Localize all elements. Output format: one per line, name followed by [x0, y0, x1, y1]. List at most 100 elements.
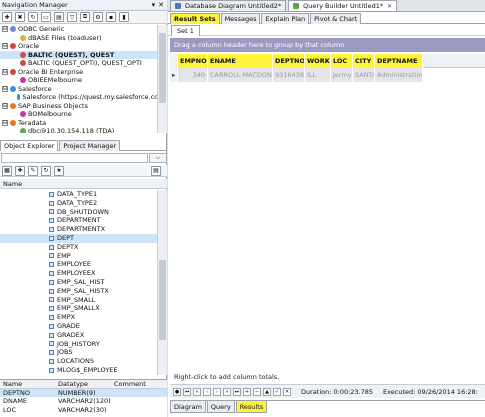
prev-page-icon[interactable]: «: [193, 387, 201, 396]
table-row[interactable]: LOC VARCHAR2(30): [0, 406, 167, 415]
table-row[interactable]: DEPTNO NUMBER(9): [0, 388, 167, 397]
cell-deptno[interactable]: 9316438: [273, 68, 305, 82]
col-header-ename[interactable]: ENAME: [208, 53, 273, 68]
tab-object-explorer[interactable]: Object Explorer: [0, 140, 59, 151]
tree-node[interactable]: ⊟ Oracle BI Enterprise: [0, 68, 167, 77]
refresh-icon[interactable]: ↻: [28, 12, 38, 22]
list-item[interactable]: EMP: [0, 252, 157, 261]
cell-deptname[interactable]: Administration: [375, 68, 423, 82]
table-row[interactable]: ▸ 340 CARROLL MACDONALD 9316438 ILL Jerm…: [170, 68, 485, 82]
cell-ename[interactable]: CARROLL MACDONALD: [208, 68, 273, 82]
list-item[interactable]: EMPX: [0, 313, 157, 322]
copy-icon[interactable]: ⧉: [80, 12, 90, 22]
list-item[interactable]: DEPARTMENT: [0, 216, 157, 225]
col-header-name[interactable]: Name: [0, 380, 55, 387]
properties-icon[interactable]: ▤: [54, 12, 64, 22]
list-item[interactable]: EMP_SAL_HISTX: [0, 287, 157, 296]
col-header-empno[interactable]: EMPNO: [178, 53, 208, 68]
tab-diagram[interactable]: Diagram: [170, 401, 206, 413]
favorite-icon[interactable]: ★: [54, 165, 64, 176]
object-type-dropdown[interactable]: ⌵: [149, 153, 167, 163]
row-selector-header[interactable]: [170, 53, 178, 68]
list-item[interactable]: DATA_TYPE2: [0, 199, 157, 208]
remove-connection-icon[interactable]: ✖: [15, 12, 25, 22]
collapse-icon[interactable]: ⊟: [2, 68, 8, 75]
object-list-scroll-thumb[interactable]: [159, 260, 166, 340]
cancel-record-icon[interactable]: ✕: [283, 387, 291, 396]
console-icon[interactable]: ▮: [119, 12, 129, 22]
col-header-deptno[interactable]: DEPTNO: [273, 53, 305, 68]
collapse-icon[interactable]: ⊟: [2, 85, 8, 92]
tree-node[interactable]: dBASE Files (toaduser): [0, 34, 167, 43]
close-icon[interactable]: ✕: [158, 1, 164, 9]
list-item[interactable]: LOCATIONS: [0, 357, 157, 366]
col-header-workloc[interactable]: WORKLOC: [305, 53, 331, 68]
list-item[interactable]: EMP_SMALLX: [0, 304, 157, 313]
collapse-icon[interactable]: ⊟: [2, 119, 8, 126]
list-item[interactable]: DB_SHUTDOWN: [0, 208, 157, 217]
collapse-icon[interactable]: ⊟: [2, 26, 8, 33]
options-icon[interactable]: ●: [173, 387, 181, 396]
table-row[interactable]: DNAME VARCHAR2(120): [0, 397, 167, 406]
add-record-icon[interactable]: +: [243, 387, 251, 396]
col-header-datatype[interactable]: Datatype: [55, 380, 111, 387]
tab-results[interactable]: Results: [235, 401, 268, 413]
col-header-deptname[interactable]: DEPTNAME: [375, 53, 423, 68]
save-icon[interactable]: ▪: [106, 12, 116, 22]
pin-menu-icon[interactable]: ▾: [152, 1, 156, 9]
cell-city[interactable]: SANTA: [353, 68, 375, 82]
collapse-icon[interactable]: ⊟: [2, 102, 8, 109]
next-record-icon[interactable]: ›: [213, 387, 221, 396]
col-header-city[interactable]: CITY: [353, 53, 375, 68]
close-tab-icon[interactable]: ✕: [387, 1, 392, 12]
collapse-icon[interactable]: ⊟: [2, 43, 8, 50]
list-item[interactable]: GRADE: [0, 322, 157, 331]
tree-node[interactable]: BALTIC (QUEST_OPTI), QUEST_OPTI: [0, 59, 167, 68]
tree-node[interactable]: ⊟ Oracle: [0, 42, 167, 51]
tab-pivot-chart[interactable]: Pivot & Chart: [310, 13, 362, 24]
prev-record-icon[interactable]: ‹: [203, 387, 211, 396]
list-item[interactable]: EMPLOYEE: [0, 260, 157, 269]
list-item[interactable]: JOB_HISTORY: [0, 340, 157, 349]
cell-loc[interactable]: Jermyn: [331, 68, 353, 82]
tab-result-sets[interactable]: Result Sets: [170, 13, 220, 24]
tree-node[interactable]: ⊟ Salesforce: [0, 85, 167, 94]
object-list-scrollbar[interactable]: [157, 190, 167, 375]
tree-node[interactable]: BOMelbourne: [0, 110, 167, 119]
first-record-icon[interactable]: ⏮: [183, 387, 191, 396]
list-item[interactable]: DEPT: [0, 233, 157, 243]
col-header-comment[interactable]: Comment: [111, 380, 167, 387]
tab-project-manager[interactable]: Project Manager: [59, 140, 121, 151]
tree-node[interactable]: Salesforce (https://quest.my.salesforce.…: [0, 93, 167, 102]
cell-empno[interactable]: 340: [178, 68, 208, 82]
new-connection-icon[interactable]: ✚: [2, 12, 12, 22]
list-item[interactable]: GRADEX: [0, 331, 157, 340]
object-list-header[interactable]: Name: [0, 179, 167, 189]
tree-node[interactable]: ⊟ ODBC Generic: [0, 25, 167, 34]
tab-messages[interactable]: Messages: [220, 13, 261, 24]
settings-icon[interactable]: ⚙: [93, 12, 103, 22]
list-item[interactable]: DATA_TYPE1: [0, 190, 157, 199]
group-by-panel[interactable]: Drag a column header here to group by th…: [170, 38, 485, 52]
folder-icon[interactable]: ▭: [41, 12, 51, 22]
list-item[interactable]: DEPTX: [0, 243, 157, 252]
col-header-loc[interactable]: LOC: [331, 53, 353, 68]
last-record-icon[interactable]: ⏭: [233, 387, 241, 396]
filter-icon[interactable]: ▽: [67, 12, 77, 22]
tab-query[interactable]: Query: [206, 401, 235, 413]
edit-icon[interactable]: ✎: [28, 165, 38, 176]
list-item[interactable]: EMPLOYEEX: [0, 269, 157, 278]
nav-tree-scrollbar[interactable]: [157, 25, 167, 133]
row-indicator-icon[interactable]: ▸: [170, 68, 178, 82]
object-search-input[interactable]: [1, 153, 148, 163]
refresh-objects-icon[interactable]: ↻: [41, 165, 51, 176]
view-options-icon[interactable]: ▤: [151, 165, 161, 176]
list-item[interactable]: MLOG$_EMPLOYEE: [0, 366, 157, 375]
tab-explain-plan[interactable]: Explain Plan: [261, 13, 310, 24]
tree-node[interactable]: ⊟ SAP Business Objects: [0, 102, 167, 111]
tree-node[interactable]: BALTIC (QUEST), QUEST: [0, 50, 167, 59]
list-item[interactable]: DEPARTMENTX: [0, 225, 157, 234]
nav-tree-scroll-thumb[interactable]: [159, 33, 166, 103]
table-icon[interactable]: ▦: [2, 165, 12, 176]
list-item[interactable]: EMP_SMALL: [0, 296, 157, 305]
